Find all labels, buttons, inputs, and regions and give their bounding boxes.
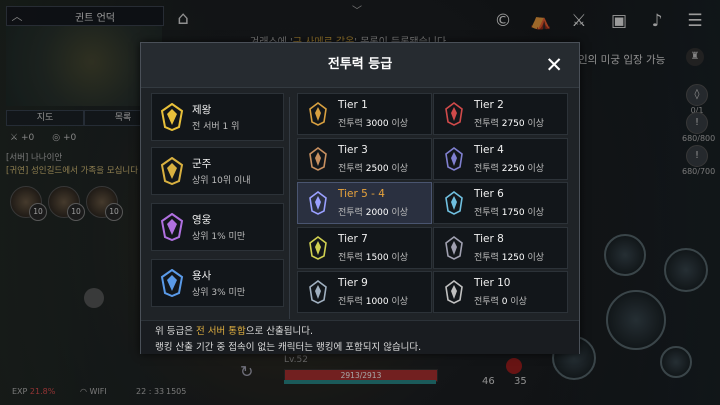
tier-badge-icon bbox=[309, 236, 327, 260]
rank-emblem-icon bbox=[160, 269, 184, 297]
tier-requirement: 전투력 1750 이상 bbox=[474, 208, 545, 218]
tier-card: Tier 5 - 4 전투력 2000 이상 bbox=[297, 182, 432, 224]
tier-name: Tier 3 bbox=[338, 144, 368, 156]
tier-name: Tier 10 bbox=[474, 277, 511, 289]
rank-card: 영웅상위 1% 미만 bbox=[151, 203, 284, 251]
combat-power-grade-dialog: 전투력 등급 ✕ 제왕전 서버 1 위군주상위 10위 이내영웅상위 1% 미만… bbox=[140, 42, 580, 354]
tier-name: Tier 8 bbox=[474, 233, 504, 245]
tier-card: Tier 9 전투력 1000 이상 bbox=[297, 271, 432, 313]
tier-badge-icon bbox=[309, 191, 327, 215]
rank-name: 군주 bbox=[192, 158, 212, 170]
rank-card: 용사상위 3% 미만 bbox=[151, 259, 284, 307]
tier-requirement: 전투력 2750 이상 bbox=[474, 119, 545, 129]
tier-badge-icon bbox=[445, 236, 463, 260]
rank-emblem-icon bbox=[160, 157, 184, 185]
dialog-header: 전투력 등급 ✕ bbox=[141, 43, 579, 88]
divider bbox=[289, 97, 290, 319]
rank-desc: 상위 10위 이내 bbox=[192, 176, 251, 186]
tier-name: Tier 2 bbox=[474, 99, 504, 111]
tier-badge-icon bbox=[445, 191, 463, 215]
tier-badge-icon bbox=[309, 102, 327, 126]
tier-badge-icon bbox=[445, 102, 463, 126]
tier-requirement: 전투력 2250 이상 bbox=[474, 164, 545, 174]
tier-card: Tier 7 전투력 1500 이상 bbox=[297, 227, 432, 269]
tier-badge-icon bbox=[309, 147, 327, 171]
rank-card: 제왕전 서버 1 위 bbox=[151, 93, 284, 141]
footer-note: 위 등급은 전 서버 통합으로 산출됩니다. bbox=[155, 326, 313, 337]
tier-card: Tier 4 전투력 2250 이상 bbox=[433, 138, 568, 180]
tier-name: Tier 6 bbox=[474, 188, 504, 200]
tier-requirement: 전투력 2000 이상 bbox=[338, 208, 409, 218]
tier-card: Tier 10 전투력 0 이상 bbox=[433, 271, 568, 313]
rank-card: 군주상위 10위 이내 bbox=[151, 147, 284, 195]
tier-requirement: 전투력 1250 이상 bbox=[474, 253, 545, 263]
rank-name: 용사 bbox=[192, 270, 212, 282]
tier-name: Tier 4 bbox=[474, 144, 504, 156]
tier-name: Tier 9 bbox=[338, 277, 368, 289]
rank-name: 영웅 bbox=[192, 214, 212, 226]
tier-badge-icon bbox=[445, 147, 463, 171]
rank-emblem-icon bbox=[160, 103, 184, 131]
tier-badge-icon bbox=[445, 280, 463, 304]
rank-desc: 전 서버 1 위 bbox=[192, 122, 240, 132]
rank-desc: 상위 3% 미만 bbox=[192, 288, 246, 298]
rank-name: 제왕 bbox=[192, 104, 212, 116]
tier-badge-icon bbox=[309, 280, 327, 304]
rank-emblem-icon bbox=[160, 213, 184, 241]
rank-desc: 상위 1% 미만 bbox=[192, 232, 246, 242]
close-button[interactable]: ✕ bbox=[545, 52, 563, 78]
tier-card: Tier 2 전투력 2750 이상 bbox=[433, 93, 568, 135]
tier-card: Tier 3 전투력 2500 이상 bbox=[297, 138, 432, 180]
tier-requirement: 전투력 1500 이상 bbox=[338, 253, 409, 263]
dialog-title: 전투력 등급 bbox=[327, 57, 393, 72]
tier-name: Tier 1 bbox=[338, 99, 368, 111]
tier-requirement: 전투력 3000 이상 bbox=[338, 119, 409, 129]
tier-card: Tier 6 전투력 1750 이상 bbox=[433, 182, 568, 224]
tier-card: Tier 1 전투력 3000 이상 bbox=[297, 93, 432, 135]
tier-requirement: 전투력 2500 이상 bbox=[338, 164, 409, 174]
tier-requirement: 전투력 0 이상 bbox=[474, 297, 527, 307]
tier-name: Tier 7 bbox=[338, 233, 368, 245]
tier-card: Tier 8 전투력 1250 이상 bbox=[433, 227, 568, 269]
tier-requirement: 전투력 1000 이상 bbox=[338, 297, 409, 307]
dialog-footer: 위 등급은 전 서버 통합으로 산출됩니다. 랭킹 산출 기간 중 접속이 없는… bbox=[141, 320, 579, 354]
footer-note: 랭킹 산출 기간 중 접속이 없는 캐릭터는 랭킹에 포함되지 않습니다. bbox=[155, 342, 422, 353]
tier-name: Tier 5 - 4 bbox=[338, 188, 385, 200]
